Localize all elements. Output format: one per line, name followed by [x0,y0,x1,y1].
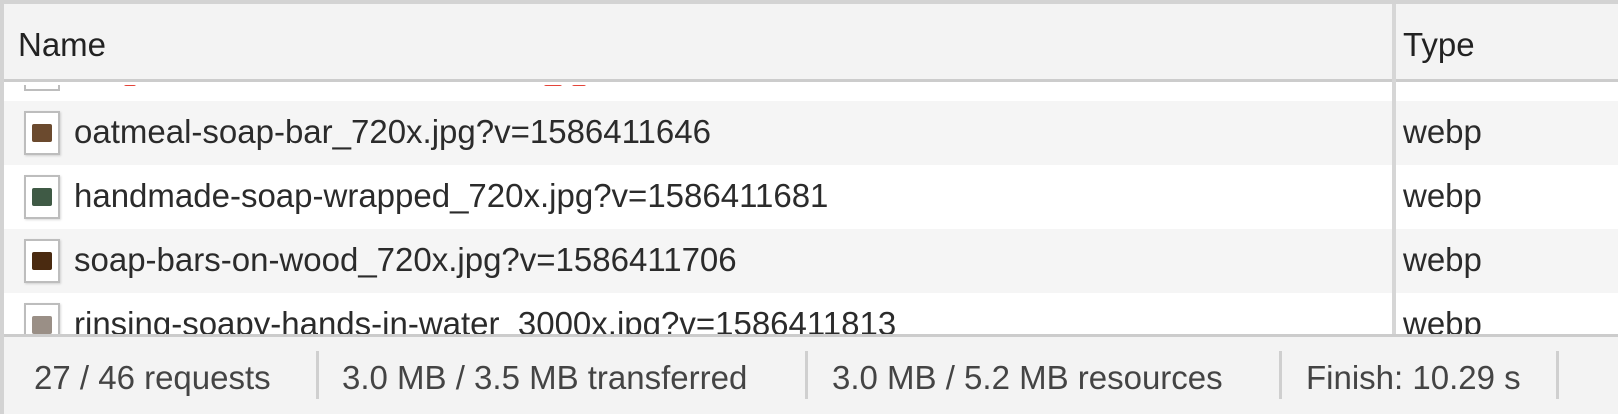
request-list: oatmeal-soap-bar_720x.jpg?v=1586411646 w… [4,85,1618,334]
request-type: webp [1403,305,1482,334]
image-thumbnail-icon [24,85,60,91]
request-type: webp [1403,241,1482,278]
status-bar: 27 / 46 requests 3.0 MB / 3.5 MB transfe… [4,334,1618,414]
thumbnail-image [32,124,52,142]
table-row-partial[interactable] [4,85,1618,101]
requests-count: 27 / 46 requests [34,359,271,396]
request-type: webp [1403,177,1482,214]
request-name[interactable]: soap-bars-on-wood_720x.jpg?v=1586411706 [74,241,737,279]
thumbnail-image [32,252,52,270]
column-header-name[interactable]: Name [18,26,106,64]
image-thumbnail-icon [24,111,60,155]
table-header: Name Type [4,4,1618,82]
resources-size: 3.0 MB / 5.2 MB resources [832,359,1223,396]
table-row[interactable]: handmade-soap-wrapped_720x.jpg?v=1586411… [4,165,1618,229]
thumbnail-image [32,316,52,334]
request-name[interactable]: oatmeal-soap-bar_720x.jpg?v=1586411646 [74,113,711,151]
request-type: webp [1403,113,1482,150]
column-resize-handle[interactable] [1392,4,1396,334]
divider [1279,351,1282,399]
network-panel: Name Type oatmeal-soap-bar_720x.jpg?v=15… [0,0,1618,414]
table-row[interactable]: rinsing-soapy-hands-in-water_3000x.jpg?v… [4,293,1618,334]
image-thumbnail-icon [24,175,60,219]
transferred-size: 3.0 MB / 3.5 MB transferred [342,359,748,396]
request-name[interactable]: handmade-soap-wrapped_720x.jpg?v=1586411… [74,177,828,215]
divider [1556,351,1559,399]
failed-request-name-fragment [124,85,624,89]
thumbnail-image [32,188,52,206]
divider [805,351,808,399]
divider [316,351,319,399]
table-row[interactable]: oatmeal-soap-bar_720x.jpg?v=1586411646 w… [4,101,1618,165]
image-thumbnail-icon [24,239,60,283]
table-row[interactable]: soap-bars-on-wood_720x.jpg?v=1586411706 … [4,229,1618,293]
image-thumbnail-icon [24,303,60,334]
column-header-type[interactable]: Type [1403,26,1475,64]
finish-time: Finish: 10.29 s [1306,359,1521,396]
request-name[interactable]: rinsing-soapy-hands-in-water_3000x.jpg?v… [74,305,896,334]
